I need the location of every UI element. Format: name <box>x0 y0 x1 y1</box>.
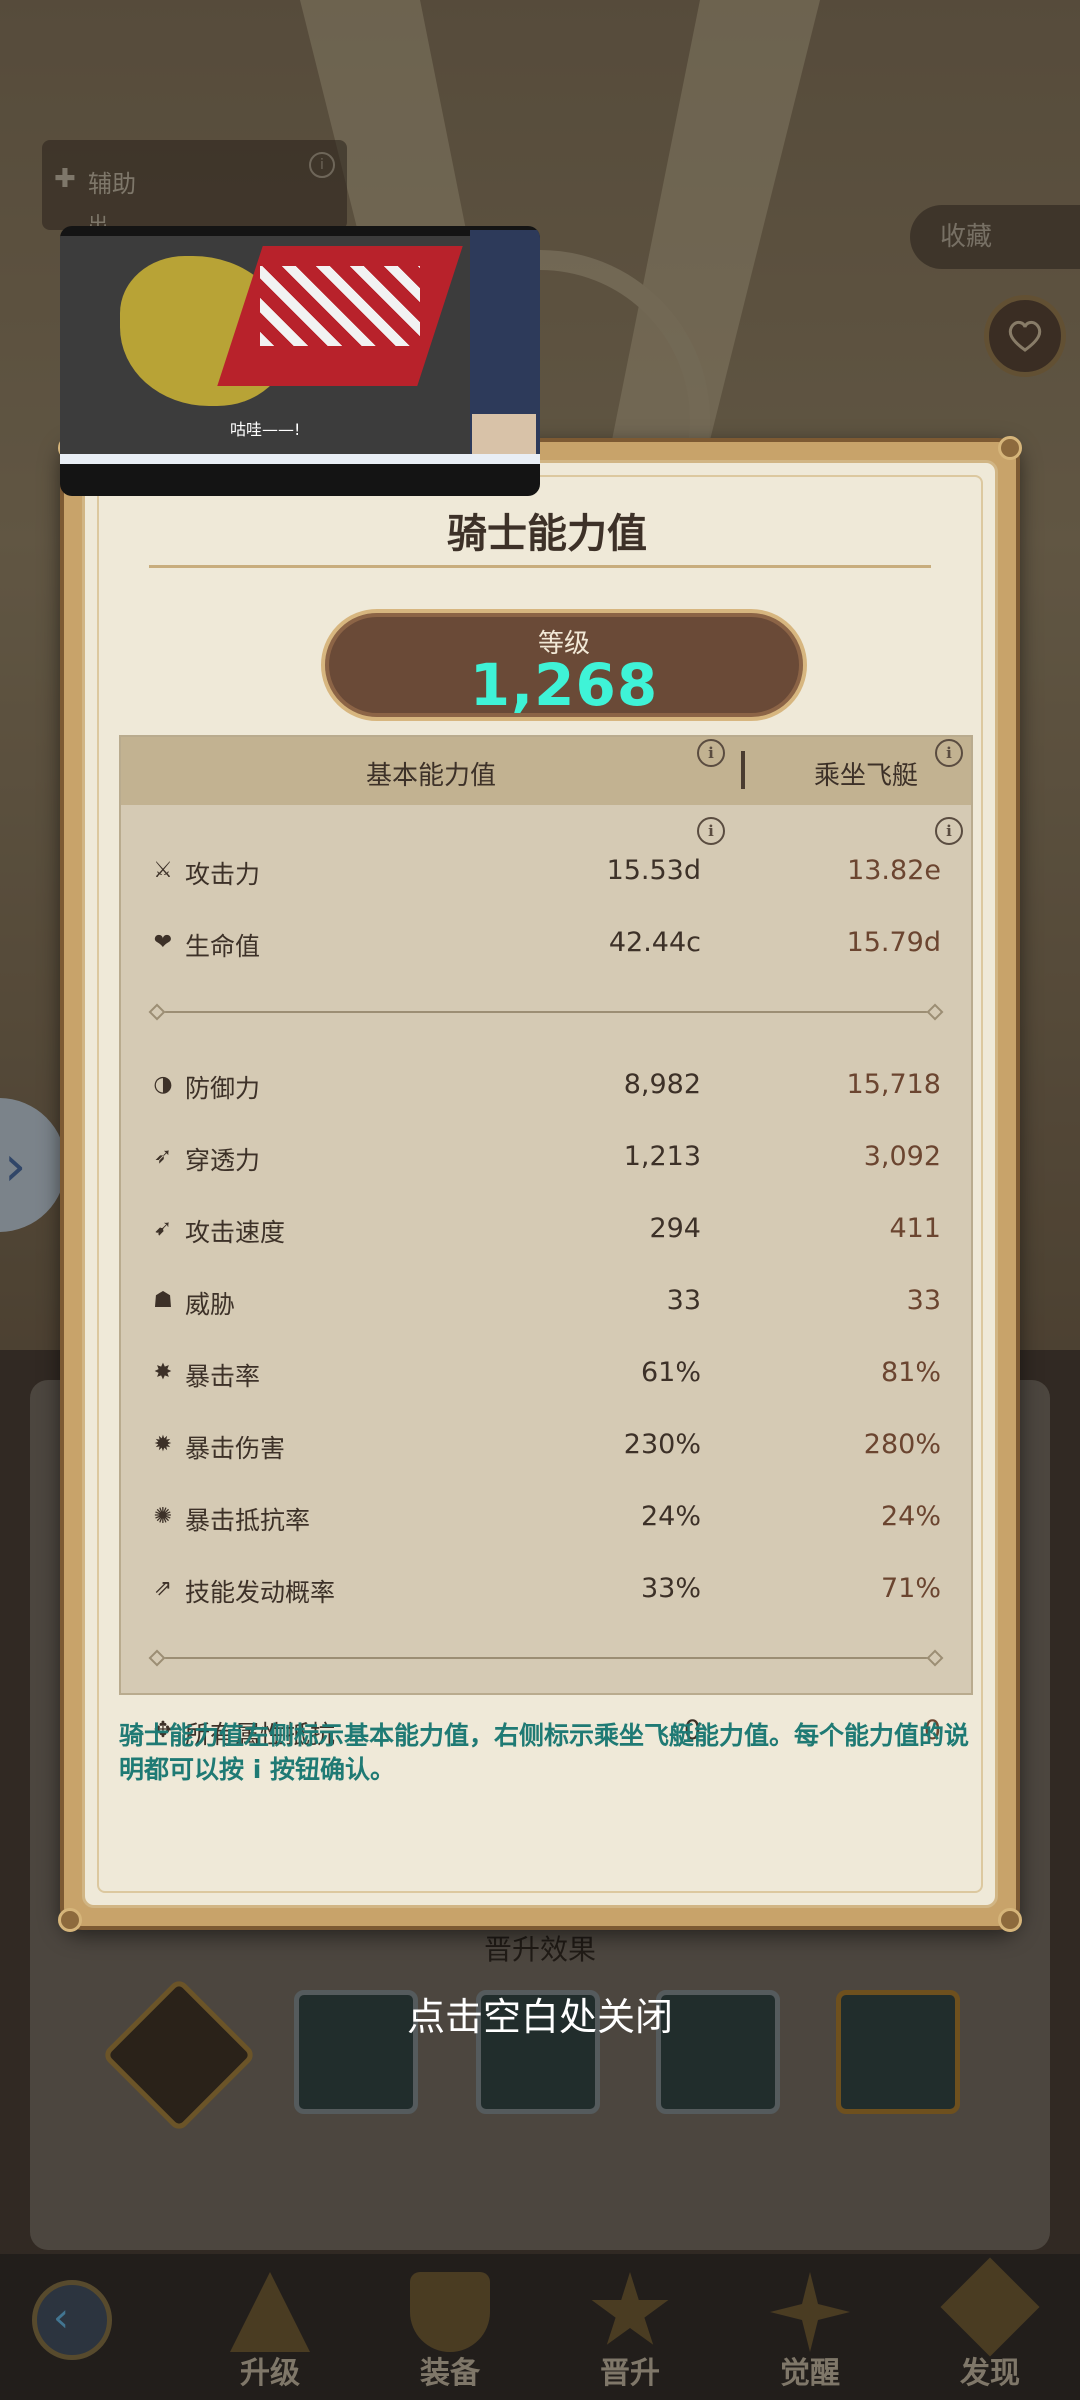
stat-ship-value: 71% <box>880 1573 941 1604</box>
knight-stats-dialog: 骑士能力值 等级 1,268 基本能力值 i 乘坐飞艇 i i i ⚔ 攻击力 15… <box>58 436 1022 1932</box>
dialog-corner <box>998 1908 1022 1932</box>
attack-speed-icon: ➹ <box>153 1216 173 1241</box>
info-icon[interactable]: i <box>935 739 963 767</box>
dialog-corner <box>58 1908 82 1932</box>
stats-table: 基本能力值 i 乘坐飞艇 i i i ⚔ 攻击力 15.53d 13.82e ❤ 生命值 4… <box>119 735 973 1749</box>
stat-name: 穿透力 <box>185 1146 261 1175</box>
stat-ship-value: 33 <box>906 1285 941 1316</box>
stat-name: 攻击力 <box>185 860 261 889</box>
stat-name: 技能发动概率 <box>185 1578 336 1607</box>
video-overlay[interactable]: 咕哇——! <box>60 226 540 496</box>
stat-row: ➹ 攻击速度 294 411 <box>121 1203 971 1253</box>
stat-ship-value: 15.79d <box>846 927 941 958</box>
threat-icon: ☗ <box>153 1288 173 1313</box>
stat-row: ☗ 威胁 33 33 <box>121 1275 971 1325</box>
level-value: 1,268 <box>469 651 659 719</box>
section-divider <box>155 1657 937 1659</box>
stat-ship-value: 411 <box>889 1213 941 1244</box>
stat-row: ✹ 暴击伤害 230% 280% <box>121 1419 971 1469</box>
stat-name: 防御力 <box>185 1074 261 1103</box>
stat-basic-value: 1,213 <box>623 1141 701 1172</box>
dialog-corner <box>998 436 1022 460</box>
heart-icon: ❤ <box>153 930 173 955</box>
stat-name: 暴击率 <box>185 1362 261 1391</box>
skill-chance-icon: ⇗ <box>153 1576 173 1601</box>
sword-icon: ⚔ <box>153 858 173 883</box>
section-divider <box>155 1011 937 1013</box>
crit-rate-icon: ✸ <box>153 1360 173 1385</box>
stat-ship-value: 3,092 <box>863 1141 941 1172</box>
stat-row: ❤ 生命值 42.44c 15.79d <box>121 917 971 967</box>
close-hint: 点击空白处关闭 <box>406 1995 673 2039</box>
stat-row: ⇗ 技能发动概率 33% 71% <box>121 1563 971 1613</box>
header-separator <box>741 751 745 789</box>
stat-basic-value: 24% <box>640 1501 701 1532</box>
crit-resist-icon: ✺ <box>153 1504 173 1529</box>
header-basic: 基本能力值 <box>365 761 496 791</box>
stat-ship-value: 13.82e <box>847 855 941 886</box>
dialog-title: 骑士能力值 <box>447 511 647 557</box>
stat-basic-value: 33% <box>640 1573 701 1604</box>
stat-basic-value: 15.53d <box>606 855 701 886</box>
stat-basic-value: 230% <box>623 1429 701 1460</box>
stat-ship-value: 15,718 <box>846 1069 941 1100</box>
info-icon[interactable]: i <box>697 817 725 845</box>
video-progress-bar[interactable] <box>60 454 540 464</box>
stat-row: ◑ 防御力 8,982 15,718 <box>121 1059 971 1109</box>
stat-basic-value: 294 <box>649 1213 701 1244</box>
stat-basic-value: 8,982 <box>623 1069 701 1100</box>
stat-ship-value: 81% <box>880 1357 941 1388</box>
info-icon[interactable]: i <box>697 739 725 767</box>
crit-damage-icon: ✹ <box>153 1432 173 1457</box>
stat-name: 生命值 <box>185 932 261 961</box>
stat-name: 威胁 <box>185 1290 236 1319</box>
level-badge: 等级 1,268 <box>321 609 807 721</box>
stat-row: ⚔ 攻击力 15.53d 13.82e <box>121 845 971 895</box>
dialog-body: 骑士能力值 等级 1,268 基本能力值 i 乘坐飞艇 i i i ⚔ 攻击力 15… <box>82 460 998 1908</box>
stat-row: ✸ 暴击率 61% 81% <box>121 1347 971 1397</box>
video-camera <box>472 414 536 456</box>
stat-row: ✺ 暴击抵抗率 24% 24% <box>121 1491 971 1541</box>
stat-basic-value: 33 <box>666 1285 701 1316</box>
video-caption: 咕哇——! <box>230 420 301 439</box>
stat-ship-value: 24% <box>880 1501 941 1532</box>
stat-name: 暴击抵抗率 <box>185 1506 311 1535</box>
video-figure <box>260 266 420 346</box>
stat-ship-value: 280% <box>863 1429 941 1460</box>
stat-basic-value: 61% <box>640 1357 701 1388</box>
info-icon[interactable]: i <box>935 817 963 845</box>
shield-icon: ◑ <box>153 1072 173 1097</box>
stat-row: ➶ 穿透力 1,213 3,092 <box>121 1131 971 1181</box>
title-divider <box>149 565 931 568</box>
stats-note: 骑士能力值左侧标示基本能力值，右侧标示乘坐飞艇能力值。每个能力值的说明都可以按 … <box>119 1721 970 1784</box>
stat-name: 暴击伤害 <box>185 1434 286 1463</box>
stat-basic-value: 42.44c <box>608 927 701 958</box>
stat-name: 攻击速度 <box>185 1218 286 1247</box>
stats-table-header: 基本能力值 i 乘坐飞艇 i <box>121 737 971 805</box>
penetration-icon: ➶ <box>153 1144 173 1169</box>
